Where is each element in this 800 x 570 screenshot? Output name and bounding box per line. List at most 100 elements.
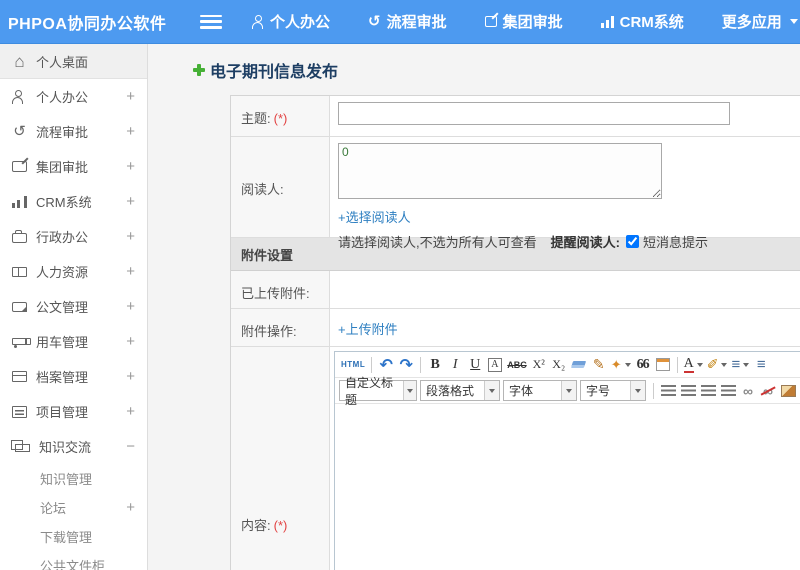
expand-icon[interactable]: +: [126, 123, 135, 140]
sidebar-item-crm[interactable]: CRM系统 +: [0, 184, 147, 219]
edit-icon: [12, 161, 27, 172]
expand-icon[interactable]: +: [126, 499, 135, 516]
caret-down-icon: [789, 19, 798, 24]
sidebar-item-archives[interactable]: 档案管理 +: [0, 359, 147, 394]
editor-content-area[interactable]: [335, 404, 800, 570]
sidebar-item-group-approval[interactable]: 集团审批 +: [0, 149, 147, 184]
sidebar-item-desktop[interactable]: ⌂ 个人桌面: [0, 44, 147, 79]
format-brush-button[interactable]: ✎: [589, 354, 609, 376]
sms-remind-checkbox[interactable]: [625, 235, 639, 248]
sidebar-item-documents[interactable]: 公文管理 +: [0, 289, 147, 324]
insert-image-button[interactable]: [778, 380, 798, 402]
sidebar-item-knowledge[interactable]: 知识交流 −: [0, 429, 147, 464]
expand-icon[interactable]: +: [126, 333, 135, 350]
font-color-icon: A: [683, 356, 694, 374]
attachment-actions-label: 附件操作:: [231, 309, 330, 346]
collapse-icon[interactable]: −: [126, 438, 135, 455]
unordered-list-button[interactable]: ≡: [751, 354, 771, 376]
html-source-button[interactable]: HTML: [339, 354, 367, 376]
folder-icon: [12, 301, 27, 312]
underline-button[interactable]: U: [465, 354, 485, 376]
sidebar-item-label: 集团审批: [36, 160, 89, 175]
insert-link-button[interactable]: ∞: [738, 380, 758, 402]
hamburger-menu-icon[interactable]: [200, 14, 222, 29]
blockquote-button[interactable]: 66: [633, 354, 653, 376]
paragraph-format-select[interactable]: 段落格式: [420, 380, 500, 401]
font-size-select[interactable]: 字号: [580, 380, 646, 401]
nav-label: CRM系统: [619, 14, 684, 31]
expand-icon[interactable]: +: [126, 228, 135, 245]
align-center-button[interactable]: [678, 380, 698, 402]
nav-group-approval[interactable]: 集团审批: [484, 11, 563, 32]
green-plus-icon: [193, 64, 205, 76]
font-family-select[interactable]: 字体: [503, 380, 577, 401]
nav-crm-system[interactable]: CRM系统: [600, 11, 684, 32]
highlight-color-button[interactable]: ✐: [705, 354, 730, 376]
page-title: 电子期刊信息发布: [193, 58, 800, 82]
nav-personal-office[interactable]: 个人办公: [252, 11, 330, 32]
sidebar-item-process-approval[interactable]: ↺ 流程审批 +: [0, 114, 147, 149]
eraser-icon: [571, 361, 587, 368]
uploaded-attachments-label: 已上传附件:: [231, 271, 330, 308]
nav-more-apps[interactable]: 更多应用: [722, 11, 798, 32]
char-style-button[interactable]: A: [488, 357, 503, 372]
rich-text-editor: HTML ↶ ↷ B I U A ABC X² X₂ ✎ ✦ 66 A ✐ ≡ …: [334, 351, 800, 570]
expand-icon[interactable]: +: [126, 298, 135, 315]
sidebar-item-hr[interactable]: 人力资源 +: [0, 254, 147, 289]
insert-table-button[interactable]: [653, 354, 673, 376]
caret-down-icon: [743, 362, 750, 367]
sidebar-subitem-downloads[interactable]: 下载管理: [0, 522, 147, 551]
sidebar-item-label: 个人桌面: [36, 54, 89, 70]
sidebar-item-projects[interactable]: 项目管理 +: [0, 394, 147, 429]
superscript-button[interactable]: X²: [529, 354, 549, 376]
bold-button[interactable]: B: [425, 354, 445, 376]
layers-icon: [11, 440, 30, 452]
upload-attachment-link[interactable]: +上传附件: [338, 319, 398, 338]
align-left-button[interactable]: [658, 380, 678, 402]
document-icon: [12, 405, 27, 418]
nav-process-approval[interactable]: ↺ 流程审批: [368, 11, 447, 32]
expand-icon[interactable]: +: [126, 403, 135, 420]
strikethrough-button[interactable]: ABC: [505, 354, 529, 376]
briefcase-icon: [12, 230, 27, 243]
expand-icon[interactable]: +: [126, 88, 135, 105]
sidebar-subitem-public-cabinet[interactable]: 公共文件柜: [0, 551, 147, 570]
subject-input[interactable]: [338, 102, 730, 125]
expand-icon[interactable]: +: [126, 158, 135, 175]
archive-icon: [12, 371, 27, 382]
align-justify-button[interactable]: [718, 380, 738, 402]
remove-link-button[interactable]: ∞: [758, 380, 778, 402]
align-right-button[interactable]: [698, 380, 718, 402]
ordered-list-icon: ≡: [731, 356, 741, 373]
expand-icon[interactable]: +: [126, 193, 135, 210]
expand-icon[interactable]: +: [126, 368, 135, 385]
select-readers-link[interactable]: +选择阅读人: [338, 207, 411, 226]
sidebar-subitem-label: 知识管理: [40, 472, 93, 487]
sidebar-subitem-knowledge-mgmt[interactable]: 知识管理: [0, 464, 147, 493]
sidebar-item-personal-office[interactable]: 个人办公 +: [0, 79, 147, 114]
italic-button[interactable]: I: [445, 354, 465, 376]
custom-heading-select[interactable]: 自定义标题: [339, 376, 417, 407]
eraser-button[interactable]: [569, 354, 589, 376]
editor-toolbar-row1: HTML ↶ ↷ B I U A ABC X² X₂ ✎ ✦ 66 A ✐ ≡ …: [335, 352, 800, 378]
ordered-list-button[interactable]: ≡: [729, 354, 751, 376]
process-arrow-icon: ↺: [13, 123, 26, 140]
readers-textarea[interactable]: 0: [338, 143, 662, 199]
sidebar-item-vehicles[interactable]: 用车管理 +: [0, 324, 147, 359]
required-mark: (*): [273, 111, 288, 126]
subscript-button[interactable]: X₂: [549, 354, 569, 376]
subject-row: 主题: (*): [231, 96, 800, 137]
font-color-button[interactable]: A: [682, 354, 705, 376]
sidebar-item-admin-office[interactable]: 行政办公 +: [0, 219, 147, 254]
image-icon: [780, 384, 796, 397]
expand-icon[interactable]: +: [126, 263, 135, 280]
undo-icon[interactable]: ↶: [376, 354, 396, 376]
sidebar-item-label: CRM系统: [36, 195, 92, 210]
autotypeset-button[interactable]: ✦: [609, 354, 633, 376]
redo-icon[interactable]: ↷: [396, 354, 416, 376]
highlighter-icon: ✐: [706, 356, 719, 372]
app-logo: PHPOA协同办公软件: [8, 15, 167, 33]
sidebar-item-label: 项目管理: [36, 405, 89, 420]
subject-label: 主题: (*): [231, 96, 330, 136]
sidebar-subitem-forum[interactable]: 论坛 +: [0, 493, 147, 522]
